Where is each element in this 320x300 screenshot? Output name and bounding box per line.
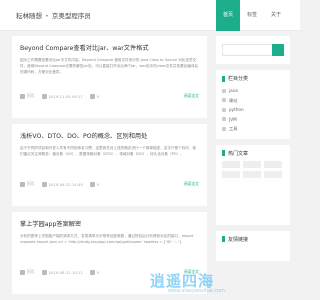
- widget-heading: 栏目分类: [222, 75, 284, 82]
- top-bar: 耘林随想 • 京奥型程序员 首页 标签 关于: [0, 0, 300, 31]
- tag-chip[interactable]: [243, 170, 261, 178]
- post-author: 田可: [27, 181, 35, 186]
- post-card: 浅析VO、DTO、DO、PO的概念、区别和用处 由于不同的项目和开发人员有不同的…: [12, 124, 207, 206]
- category-label: java: [229, 88, 238, 93]
- folder-icon: [222, 107, 226, 112]
- search-widget: [216, 36, 290, 64]
- links-title: 友情链接: [228, 236, 249, 243]
- post-author: 田可: [27, 93, 35, 98]
- category-item[interactable]: 建站: [222, 96, 284, 106]
- widget-heading: 热门文章: [222, 150, 284, 157]
- sidebar: 栏目分类 java 建站 python JVM 工具 热门文章 友情链接: [216, 36, 290, 267]
- main-nav: 首页 标签 关于: [215, 0, 288, 31]
- post-meta: 田可 2019-11-05 09:17 0 阅读全文: [20, 93, 199, 99]
- category-label: 工具: [229, 126, 238, 131]
- user-icon: [20, 181, 25, 187]
- post-views: 0: [96, 269, 100, 275]
- tag-chip[interactable]: [222, 160, 240, 168]
- links-widget: 友情链接: [216, 230, 290, 261]
- eye-icon: [89, 269, 95, 275]
- tag-chip[interactable]: [264, 160, 282, 168]
- hot-posts-widget: 热门文章: [216, 144, 290, 225]
- clock-icon: [41, 93, 47, 99]
- clock-icon: [41, 269, 47, 275]
- post-views: 0: [96, 93, 100, 99]
- post-excerpt: 由于不同的项目和开发人员有不同的命名习惯，这里首先对上述的概念进行一个简单描述，…: [20, 146, 197, 156]
- category-item[interactable]: python: [222, 105, 284, 115]
- post-card: Beyond Compare查看对比jar、war文件格式 因为工作需要查看对比…: [12, 36, 207, 118]
- site-section[interactable]: 京奥型程序员: [52, 12, 91, 20]
- post-author: 田可: [27, 269, 35, 274]
- category-list: java 建站 python JVM 工具: [222, 86, 284, 134]
- category-item[interactable]: 工具: [222, 124, 284, 134]
- tag-chip[interactable]: [243, 160, 261, 168]
- user-icon: [20, 269, 25, 275]
- folder-icon: [222, 117, 226, 122]
- category-label: 建站: [229, 97, 238, 103]
- category-label: JVM: [229, 116, 237, 122]
- user-icon: [20, 93, 25, 99]
- category-label: python: [229, 107, 244, 112]
- tag-cloud: [222, 160, 284, 178]
- watermark-url: www.xiaoyaosihai.com: [168, 288, 225, 294]
- heading-accent: [222, 75, 225, 82]
- post-meta: 田可 2019-09-25 14:45 0 阅读全文: [20, 181, 199, 187]
- brand[interactable]: 耘林随想 • 京奥型程序员: [16, 10, 91, 20]
- post-date: 2019-11-05 09:17: [48, 93, 83, 99]
- site-name[interactable]: 耘林随想: [16, 12, 42, 20]
- search-input[interactable]: [222, 44, 272, 56]
- post-title[interactable]: 掌上学园app答案解密: [20, 219, 199, 228]
- folder-icon: [222, 126, 226, 131]
- post-title[interactable]: Beyond Compare查看对比jar、war文件格式: [20, 43, 199, 52]
- tag-chip[interactable]: [264, 170, 282, 178]
- read-more-link[interactable]: 阅读全文: [184, 181, 199, 187]
- widget-heading: 友情链接: [222, 236, 284, 243]
- post-date: 2019-08-21 10:12: [48, 269, 83, 275]
- categories-title: 栏目分类: [228, 76, 249, 82]
- post-excerpt: 因为工作需要查看对比jar中文件内容，Beyond Compare 使用文件夹中…: [20, 58, 199, 74]
- folder-icon: [222, 98, 226, 103]
- tag-chip[interactable]: [222, 170, 240, 178]
- post-title[interactable]: 浅析VO、DTO、DO、PO的概念、区别和用处: [20, 131, 199, 140]
- heading-accent: [222, 150, 225, 156]
- post-date: 2019-09-25 14:45: [48, 181, 83, 187]
- nav-tags[interactable]: 标签: [240, 0, 264, 31]
- post-excerpt: 分析的是掌上学园客户端的请求方式，发现请求头中带有加密参数，通过抓包后分析得到对…: [20, 234, 194, 244]
- nav-about[interactable]: 关于: [264, 0, 288, 31]
- post-list: Beyond Compare查看对比jar、war文件格式 因为工作需要查看对比…: [12, 36, 207, 300]
- category-item[interactable]: JVM: [222, 115, 284, 125]
- post-views: 0: [96, 181, 100, 187]
- eye-icon: [89, 181, 95, 187]
- brand-separator: •: [45, 12, 49, 20]
- search-button[interactable]: [272, 44, 284, 56]
- category-item[interactable]: java: [222, 86, 284, 96]
- read-more-link[interactable]: 阅读全文: [184, 93, 199, 99]
- clock-icon: [41, 181, 47, 187]
- nav-home[interactable]: 首页: [215, 0, 240, 31]
- heading-accent: [222, 236, 225, 242]
- categories-widget: 栏目分类 java 建站 python JVM 工具: [216, 70, 290, 139]
- eye-icon: [89, 93, 95, 99]
- hot-posts-title: 热门文章: [228, 150, 249, 157]
- folder-icon: [222, 88, 226, 93]
